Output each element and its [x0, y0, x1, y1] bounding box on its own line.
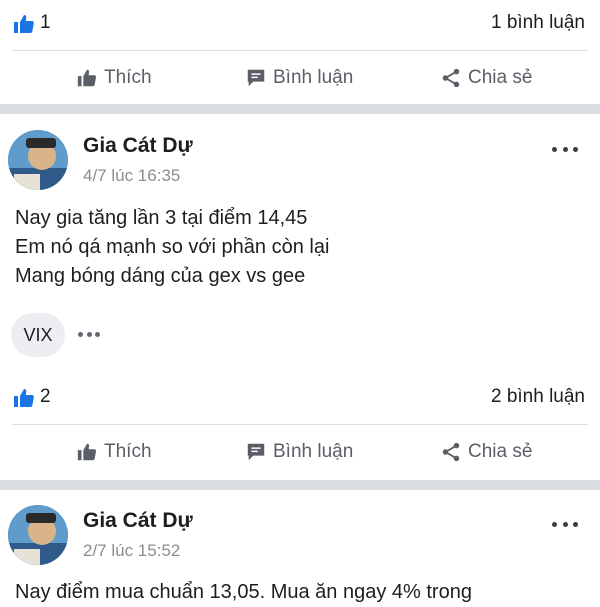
post-text: Nay gia tăng lần 3 tại điểm 14,45 Em nó …: [15, 204, 329, 291]
more-options-icon[interactable]: [552, 519, 578, 529]
avatar[interactable]: [8, 505, 68, 565]
post-header: Gia Cát Dự 2/7 lúc 15:52: [0, 505, 600, 575]
comment-count[interactable]: 2 bình luận: [491, 386, 585, 408]
post-stats: 1 1 bình luận: [0, 2, 600, 46]
tag-row: VIX: [0, 313, 600, 357]
post-time[interactable]: 2/7 lúc 15:52: [83, 541, 180, 561]
comment-label: Bình luận: [273, 67, 354, 88]
author-name[interactable]: Gia Cát Dự: [83, 134, 193, 158]
comment-count[interactable]: 1 bình luận: [491, 12, 585, 34]
like-count[interactable]: 1: [40, 12, 51, 34]
like-reaction-icon: [12, 12, 36, 36]
share-label: Chia sẻ: [468, 67, 533, 88]
comment-button[interactable]: Bình luận: [245, 54, 353, 102]
share-label: Chia sẻ: [468, 441, 533, 462]
more-tags-icon[interactable]: [78, 330, 100, 338]
share-button[interactable]: Chia sẻ: [440, 54, 532, 102]
comment-label: Bình luận: [273, 441, 354, 462]
post-text-line: Nay điểm mua chuẩn 13,05. Mua ăn ngay 4%…: [15, 581, 472, 603]
post-stats: 2 2 bình luận: [0, 376, 600, 420]
post-text: Nay điểm mua chuẩn 13,05. Mua ăn ngay 4%…: [15, 578, 472, 607]
thumbs-up-icon: [76, 67, 98, 89]
post-header: Gia Cát Dự 4/7 lúc 16:35: [0, 130, 600, 200]
more-options-icon[interactable]: [552, 144, 578, 154]
thumbs-up-icon: [76, 441, 98, 463]
post-separator: [0, 104, 600, 114]
comment-bubble-icon: [245, 67, 267, 89]
action-bar: Thích Bình luận Chia sẻ: [0, 428, 600, 476]
divider: [12, 50, 588, 51]
avatar[interactable]: [8, 130, 68, 190]
divider: [12, 424, 588, 425]
like-label: Thích: [104, 441, 152, 462]
share-button[interactable]: Chia sẻ: [440, 428, 532, 476]
like-reaction-icon: [12, 386, 36, 410]
action-bar: Thích Bình luận Chia sẻ: [0, 54, 600, 102]
post-text-line: Mang bóng dáng của gex vs gee: [15, 265, 306, 287]
post-text-line: Nay gia tăng lần 3 tại điểm 14,45: [15, 207, 308, 229]
like-button[interactable]: Thích: [76, 428, 152, 476]
stock-tag[interactable]: VIX: [11, 313, 65, 357]
like-label: Thích: [104, 67, 152, 88]
share-icon: [440, 441, 462, 463]
post-time[interactable]: 4/7 lúc 16:35: [83, 166, 180, 186]
comment-bubble-icon: [245, 441, 267, 463]
author-name[interactable]: Gia Cát Dự: [83, 509, 193, 533]
post-text-line: Em nó qá mạnh so với phần còn lại: [15, 236, 330, 258]
post-separator: [0, 480, 600, 490]
like-button[interactable]: Thích: [76, 54, 152, 102]
like-count[interactable]: 2: [40, 386, 51, 408]
comment-button[interactable]: Bình luận: [245, 428, 353, 476]
share-icon: [440, 67, 462, 89]
